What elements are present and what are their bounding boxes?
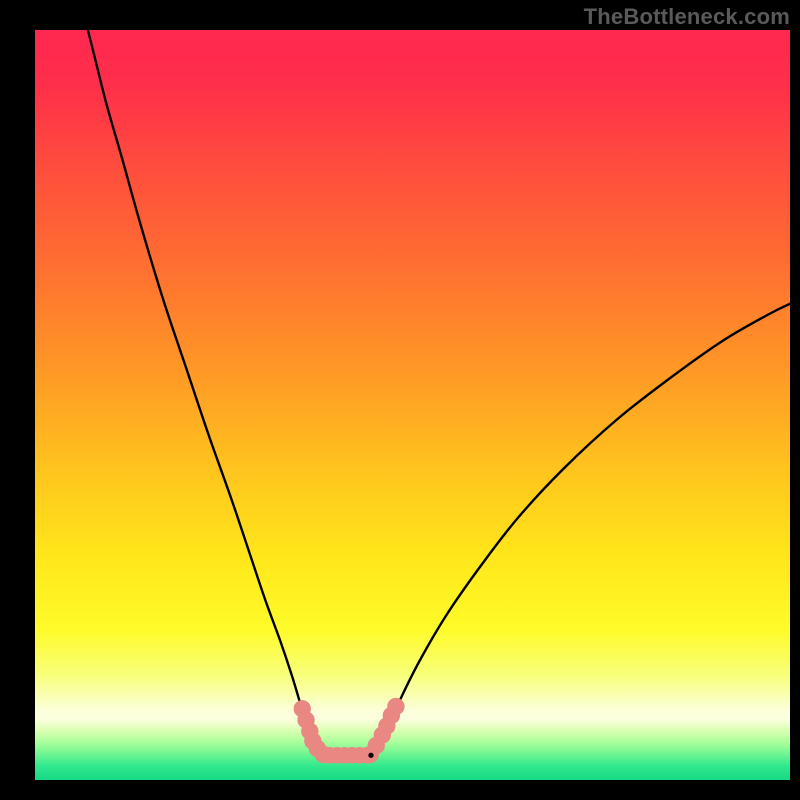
chart-frame: TheBottleneck.com	[0, 0, 800, 800]
plot-area	[35, 30, 790, 780]
trough-dot-marker	[368, 753, 373, 758]
watermark-text: TheBottleneck.com	[584, 4, 790, 30]
right-highlight-marker	[387, 698, 404, 715]
chart-svg	[35, 30, 790, 780]
gradient-background	[35, 30, 790, 780]
